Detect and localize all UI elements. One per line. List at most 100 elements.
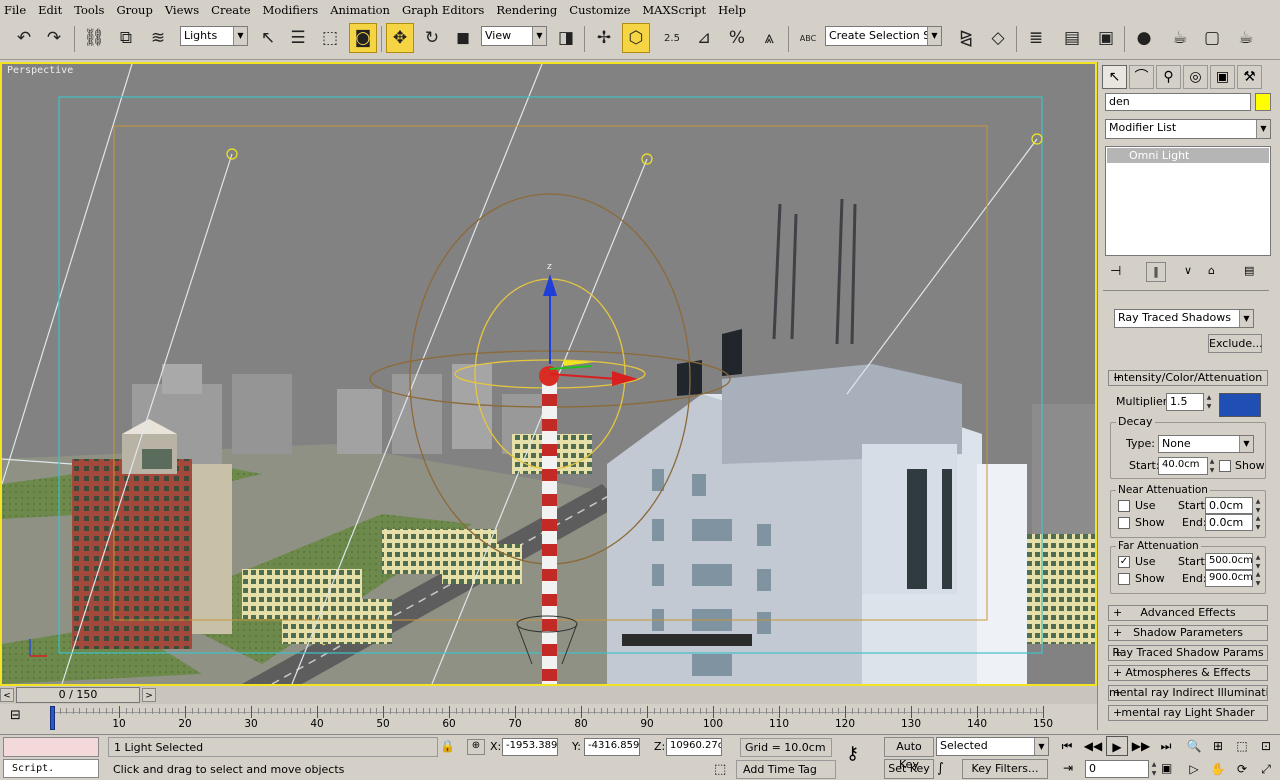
time-slider[interactable]: < 0 / 150 > xyxy=(0,686,1097,704)
shadow-type-dropdown[interactable]: Ray Traced Shadows ▼ xyxy=(1114,309,1254,328)
named-selection-sets-dropdown[interactable]: Create Selection Set ▼ xyxy=(825,26,942,46)
render-last-icon[interactable]: ☕ xyxy=(1232,23,1260,53)
select-and-manipulate-icon[interactable]: ✢ xyxy=(590,23,618,53)
chevron-right-icon[interactable]: > xyxy=(142,688,156,702)
pivot-center-icon[interactable]: ◨ xyxy=(552,23,580,53)
pin-stack-icon[interactable]: ⊣ xyxy=(1110,264,1121,279)
play-icon[interactable]: ▶ xyxy=(1106,736,1128,756)
far-end-field[interactable]: 900.0cm xyxy=(1205,570,1253,587)
near-use-checkbox[interactable] xyxy=(1118,500,1130,512)
chevron-left-icon[interactable]: < xyxy=(0,688,14,702)
align-icon[interactable]: ◇ xyxy=(984,23,1012,53)
snaps-toggle-icon[interactable]: ⬡ xyxy=(622,23,650,53)
bind-to-spacewarp-icon[interactable]: ≋ xyxy=(144,23,172,53)
selection-filter-dropdown[interactable]: Lights ▼ xyxy=(180,26,248,46)
far-end-spinner[interactable]: ▲ ▼ xyxy=(1254,570,1262,588)
current-frame-spinner[interactable]: ▲ ▼ xyxy=(1150,760,1158,778)
edit-named-selection-icon[interactable]: ABC xyxy=(794,23,822,53)
exclude-button[interactable]: Exclude... xyxy=(1208,334,1263,353)
modifier-stack[interactable]: Omni Light xyxy=(1105,146,1271,256)
hierarchy-tab-icon[interactable]: ⚲ xyxy=(1156,65,1181,89)
near-end-field[interactable]: 0.0cm xyxy=(1205,514,1253,531)
decay-start-field[interactable]: 40.0cm xyxy=(1158,457,1208,475)
window-crossing-icon[interactable]: ◙ xyxy=(349,23,377,53)
show-end-result-icon[interactable]: ‖ xyxy=(1146,262,1166,282)
motion-tab-icon[interactable]: ◎ xyxy=(1183,65,1208,89)
maximize-viewport-icon[interactable]: ⤢ xyxy=(1255,759,1277,779)
previous-frame-icon[interactable]: ◀◀ xyxy=(1082,736,1104,756)
material-editor-icon[interactable]: ● xyxy=(1130,23,1158,53)
viewport-label[interactable]: Perspective xyxy=(7,65,73,76)
current-frame-marker[interactable] xyxy=(50,706,55,730)
select-and-scale-icon[interactable]: ◼ xyxy=(449,23,477,53)
object-name-field[interactable]: den xyxy=(1105,93,1251,111)
pan-icon[interactable]: ✋ xyxy=(1207,759,1229,779)
current-frame-field[interactable]: 0 xyxy=(1085,760,1149,778)
zoom-icon[interactable]: 🔍 xyxy=(1183,736,1205,756)
rollout-atmospheres-effects[interactable]: + Atmospheres & Effects xyxy=(1108,665,1268,681)
modifier-list-dropdown[interactable]: Modifier List ▼ xyxy=(1105,119,1271,139)
utilities-tab-icon[interactable]: ⚒ xyxy=(1237,65,1262,89)
go-to-end-icon[interactable]: ⏭ xyxy=(1155,736,1177,756)
add-time-tag-button[interactable]: Add Time Tag xyxy=(736,760,836,779)
make-unique-icon[interactable]: ∨ xyxy=(1184,264,1192,277)
menu-modifiers[interactable]: Modifiers xyxy=(263,3,319,17)
object-color-swatch[interactable] xyxy=(1255,93,1271,111)
menu-edit[interactable]: Edit xyxy=(38,3,62,17)
intensity-rollout-header[interactable]: − Intensity/Color/Attenuation xyxy=(1108,370,1268,386)
maxscript-listener-output[interactable] xyxy=(3,737,99,757)
z-coord-field[interactable]: 10960.27c xyxy=(666,738,722,756)
rollout-advanced-effects[interactable]: + Advanced Effects xyxy=(1108,605,1268,621)
redo-icon[interactable]: ↷ xyxy=(40,23,68,53)
go-to-start-icon[interactable]: ⏮ xyxy=(1056,736,1078,756)
menu-tools[interactable]: Tools xyxy=(74,3,104,17)
rectangular-selection-icon[interactable]: ⬚ xyxy=(316,23,344,53)
select-object-icon[interactable]: ↖ xyxy=(254,23,282,53)
unlink-icon[interactable]: ⧉ xyxy=(112,23,140,53)
far-start-field[interactable]: 500.0cm xyxy=(1205,553,1253,570)
auto-key-button[interactable]: Auto Key xyxy=(884,737,934,771)
menu-group[interactable]: Group xyxy=(116,3,152,17)
reference-coordinate-dropdown[interactable]: View ▼ xyxy=(481,26,547,46)
key-filters-button[interactable]: Key Filters... xyxy=(962,759,1048,779)
far-use-checkbox[interactable]: ✓ xyxy=(1118,556,1130,568)
decay-show-checkbox[interactable] xyxy=(1219,460,1231,472)
lock-icon[interactable]: 🔒 xyxy=(440,739,455,753)
next-frame-icon[interactable]: ▶▶ xyxy=(1130,736,1152,756)
stack-item[interactable]: Omni Light xyxy=(1107,148,1269,163)
menu-views[interactable]: Views xyxy=(165,3,199,17)
decay-type-dropdown[interactable]: None ▼ xyxy=(1158,435,1254,453)
menu-customize[interactable]: Customize xyxy=(569,3,630,17)
menu-help[interactable]: Help xyxy=(718,3,746,17)
undo-icon[interactable]: ↶ xyxy=(10,23,38,53)
near-end-spinner[interactable]: ▲ ▼ xyxy=(1254,514,1262,532)
create-tab-icon[interactable]: ↖ xyxy=(1102,65,1127,89)
near-start-spinner[interactable]: ▲ ▼ xyxy=(1254,497,1262,515)
track-bar[interactable]: ⊟ 10 20 30 40 50 60 70 80 90 100 110 120 130 140 150 xyxy=(0,704,1097,734)
key-mode-toggle-icon[interactable]: ⇥ xyxy=(1063,761,1073,775)
time-slider-thumb[interactable]: 0 / 150 xyxy=(16,687,140,703)
rollout-mental-ray-light-shader[interactable]: + mental ray Light Shader xyxy=(1108,705,1268,721)
key-icon[interactable]: ⚷ xyxy=(846,743,859,764)
angle-snap-icon[interactable]: 2.5 xyxy=(658,23,686,53)
multiplier-spinner[interactable]: ▲ ▼ xyxy=(1205,393,1213,411)
time-configuration-icon[interactable]: ▣ xyxy=(1161,761,1172,775)
menu-rendering[interactable]: Rendering xyxy=(496,3,557,17)
key-mode-dropdown[interactable]: Selected ▼ xyxy=(936,737,1049,756)
display-tab-icon[interactable]: ▣ xyxy=(1210,65,1235,89)
menu-maxscript[interactable]: MAXScript xyxy=(642,3,706,17)
maxscript-mini-listener[interactable]: Script. xyxy=(3,759,99,778)
zoom-all-icon[interactable]: ⊞ xyxy=(1207,736,1229,756)
rollout-mental-ray-indirect[interactable]: + mental ray Indirect Illumination xyxy=(1108,685,1268,701)
zoom-extents-all-icon[interactable]: ⊡ xyxy=(1255,736,1277,756)
arc-rotate-icon[interactable]: ⟳ xyxy=(1231,759,1253,779)
far-show-checkbox[interactable] xyxy=(1118,573,1130,585)
decay-start-spinner[interactable]: ▲ ▼ xyxy=(1208,457,1216,475)
select-and-move-icon[interactable]: ✥ xyxy=(386,23,414,53)
key-tangent-icon[interactable]: ∫ xyxy=(937,761,944,776)
schematic-view-icon[interactable]: ▣ xyxy=(1092,23,1120,53)
render-scene-icon[interactable]: ☕ xyxy=(1166,23,1194,53)
zoom-extents-icon[interactable]: ⬚ xyxy=(1231,736,1253,756)
y-coord-field[interactable]: -4316.859c xyxy=(584,738,640,756)
field-of-view-icon[interactable]: ▷ xyxy=(1183,759,1205,779)
